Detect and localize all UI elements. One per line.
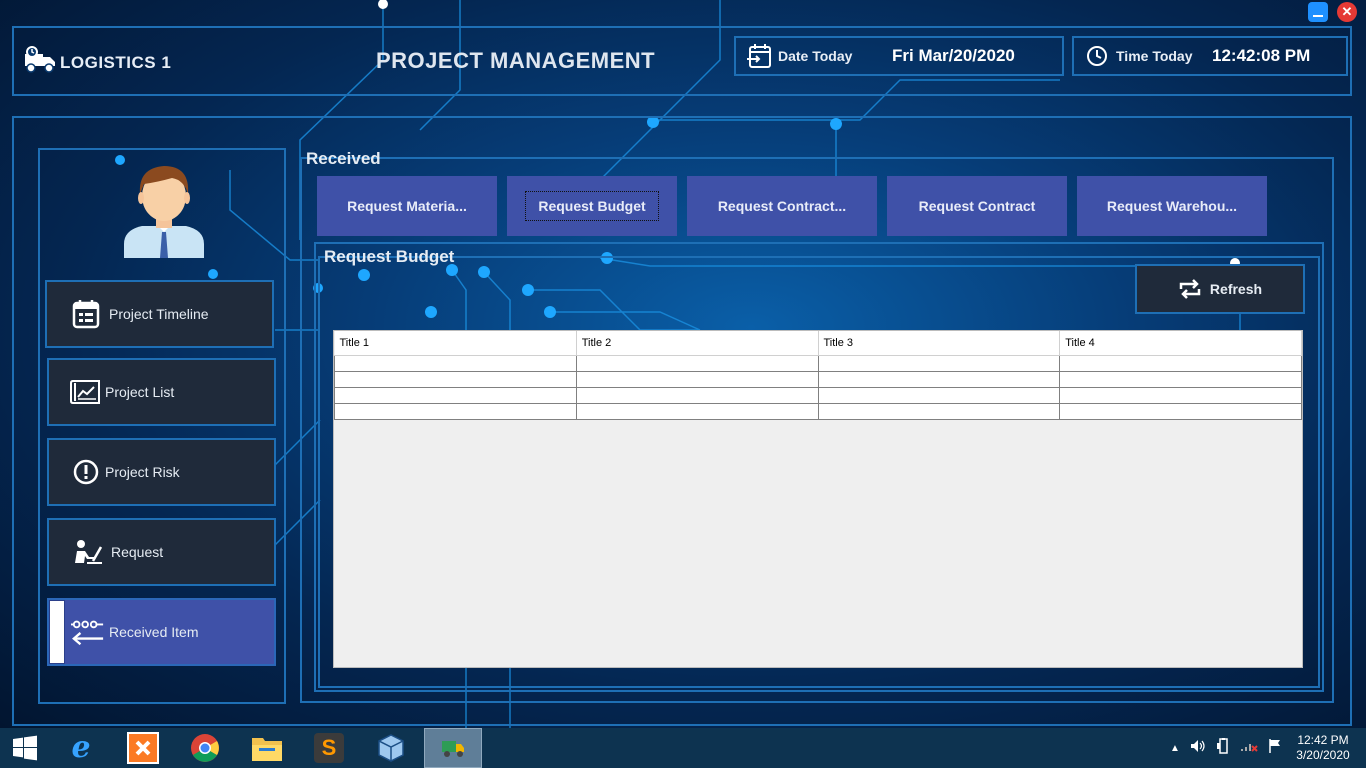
refresh-label: Refresh	[1209, 281, 1263, 297]
tab-request-contract-1[interactable]: Request Contract...	[687, 176, 877, 236]
tab-request-material[interactable]: Request Materia...	[317, 176, 497, 236]
received-arrow-icon	[71, 615, 105, 649]
sidebar-item-request[interactable]: Request	[47, 518, 276, 586]
table-cell[interactable]	[334, 386, 577, 404]
time-value: 12:42:08 PM	[1212, 46, 1311, 65]
sidebar-item-received-item[interactable]: Received Item	[47, 598, 276, 666]
table-cell[interactable]	[334, 354, 577, 372]
tab-label: Request Contract	[918, 198, 1036, 214]
virtualbox-icon[interactable]	[362, 728, 420, 768]
sidebar-item-label: Project List	[105, 384, 175, 400]
sidebar-item-project-list[interactable]: Project List	[47, 358, 276, 426]
table-cell[interactable]	[817, 402, 1061, 420]
chrome-icon[interactable]	[176, 728, 234, 768]
sidebar-item-label: Received Item	[109, 624, 199, 640]
date-label: Date Today	[778, 48, 853, 64]
table-cell[interactable]	[575, 370, 819, 388]
taskbar-clock[interactable]: 12:42 PM 3/20/2020	[1290, 733, 1356, 763]
column-header[interactable]: Title 1	[334, 331, 577, 356]
table-cell[interactable]	[817, 386, 1061, 404]
minimize-button[interactable]	[1308, 2, 1328, 22]
sublime-text-icon[interactable]: S	[300, 728, 358, 768]
battery-icon[interactable]	[1216, 737, 1230, 759]
table-cell[interactable]	[334, 370, 577, 388]
data-table: Title 1 Title 2 Title 3 Title 4	[334, 331, 1302, 420]
sidebar-item-project-risk[interactable]: Project Risk	[47, 438, 276, 506]
column-header[interactable]: Title 4	[1059, 331, 1302, 356]
app-name: LOGISTICS 1	[60, 52, 172, 72]
chevron-up-icon[interactable]: ▲	[1170, 743, 1180, 754]
tab-request-contract-2[interactable]: Request Contract	[887, 176, 1067, 236]
close-button[interactable]: ✕	[1337, 2, 1357, 22]
tab-label: Request Budget	[525, 191, 659, 221]
logistics-app-icon[interactable]	[424, 728, 482, 768]
tab-label: Request Warehou...	[1106, 198, 1238, 214]
tab-label: Request Contract...	[717, 198, 847, 214]
table-cell[interactable]	[575, 354, 819, 372]
clock-icon	[1086, 45, 1108, 67]
windows-start-icon[interactable]	[0, 728, 50, 768]
date-value: Fri Mar/20/2020	[892, 46, 1015, 65]
calendar-icon	[69, 297, 103, 331]
speaker-icon[interactable]	[1190, 739, 1206, 758]
xampp-icon[interactable]	[114, 728, 172, 768]
column-header[interactable]: Title 3	[818, 331, 1061, 356]
truck-icon	[24, 46, 56, 79]
column-header[interactable]: Title 2	[576, 331, 819, 356]
table-cell[interactable]	[1059, 354, 1302, 372]
data-grid[interactable]: Title 1 Title 2 Title 3 Title 4	[333, 330, 1303, 668]
network-icon[interactable]	[1240, 739, 1258, 758]
calendar-login-icon	[746, 43, 772, 69]
user-avatar	[122, 160, 206, 258]
sidebar-item-project-timeline[interactable]: Project Timeline	[45, 280, 274, 348]
person-request-icon	[71, 535, 105, 569]
sidebar-item-label: Request	[111, 544, 164, 560]
table-header-row: Title 1 Title 2 Title 3 Title 4	[334, 331, 1302, 356]
time-label: Time Today	[1116, 48, 1193, 64]
tab-label: Request Materia...	[347, 198, 467, 214]
taskbar: e S ▲ 12:42 PM 3/20/2020	[0, 728, 1366, 768]
app-logo: LOGISTICS 1	[24, 46, 171, 79]
time-display: Time Today 12:42:08 PM	[1072, 36, 1348, 76]
table-cell[interactable]	[1059, 386, 1302, 404]
active-indicator	[49, 600, 65, 664]
refresh-icon	[1178, 279, 1202, 299]
warning-icon	[69, 455, 103, 489]
table-cell[interactable]	[1059, 402, 1302, 420]
date-display: Date Today Fri Mar/20/2020	[734, 36, 1064, 76]
flag-icon[interactable]	[1268, 738, 1282, 759]
table-row[interactable]	[334, 354, 1302, 372]
refresh-button[interactable]: Refresh	[1135, 264, 1305, 314]
page-title: PROJECT MANAGEMENT	[376, 48, 656, 73]
table-row[interactable]	[334, 402, 1302, 420]
table-cell[interactable]	[575, 402, 819, 420]
clock-time: 12:42 PM	[1297, 733, 1349, 747]
table-cell[interactable]	[817, 354, 1061, 372]
file-explorer-icon[interactable]	[238, 728, 296, 768]
table-cell[interactable]	[1059, 370, 1302, 388]
tab-request-budget[interactable]: Request Budget	[507, 176, 677, 236]
sidebar-item-label: Project Risk	[105, 464, 180, 480]
table-cell[interactable]	[575, 386, 819, 404]
table-row[interactable]	[334, 386, 1302, 404]
table-cell[interactable]	[817, 370, 1061, 388]
budget-panel-title: Request Budget	[324, 247, 455, 266]
system-tray: ▲	[1170, 728, 1282, 768]
sidebar-item-label: Project Timeline	[109, 306, 209, 322]
clock-date: 3/20/2020	[1296, 748, 1350, 762]
table-row[interactable]	[334, 370, 1302, 388]
internet-explorer-icon[interactable]: e	[52, 728, 110, 768]
chart-document-icon	[69, 375, 103, 409]
received-title: Received	[306, 149, 381, 168]
table-cell[interactable]	[334, 402, 577, 420]
tab-request-warehouse[interactable]: Request Warehou...	[1077, 176, 1267, 236]
